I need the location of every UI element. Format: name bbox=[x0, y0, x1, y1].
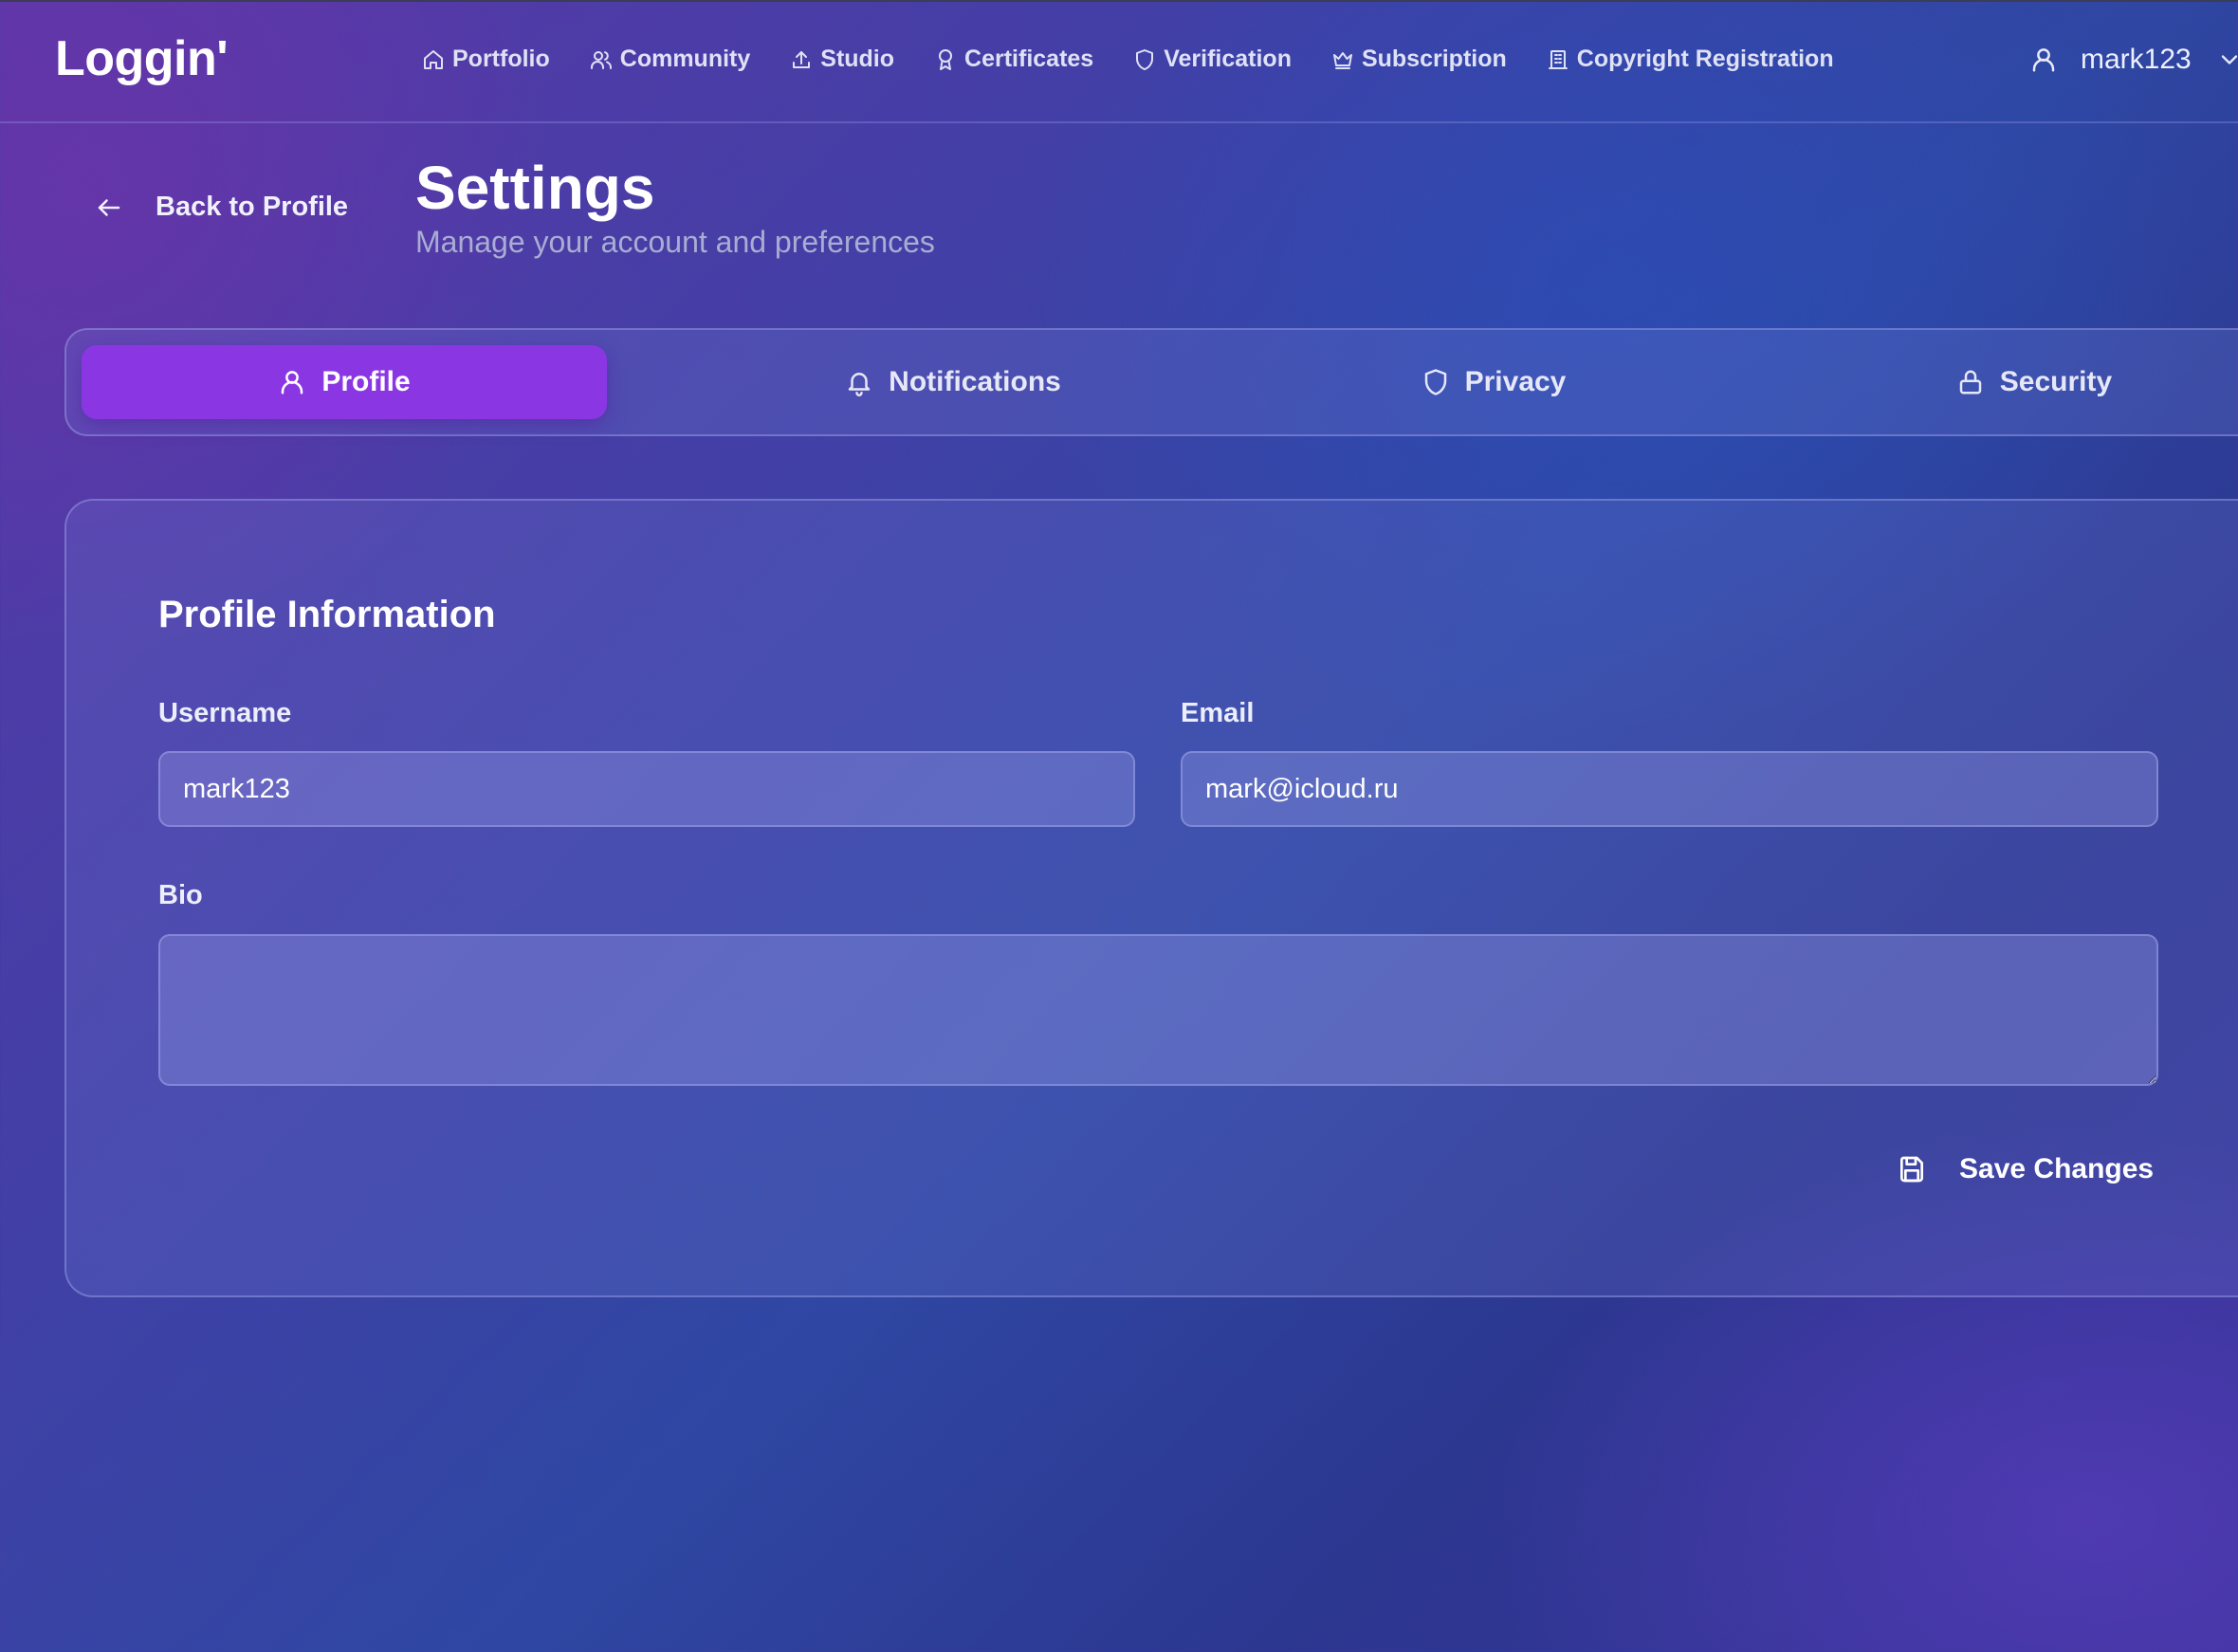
page-title: Settings bbox=[415, 154, 655, 222]
save-icon bbox=[1897, 1154, 1927, 1184]
arrow-left-icon bbox=[95, 193, 123, 222]
nav-item-community[interactable]: Community bbox=[590, 46, 751, 73]
back-to-profile-link[interactable]: Back to Profile bbox=[95, 192, 348, 223]
username-input[interactable] bbox=[158, 751, 1135, 827]
user-icon bbox=[2029, 46, 2058, 74]
tab-profile[interactable]: Profile bbox=[82, 345, 607, 419]
username-label: Username bbox=[158, 698, 292, 728]
building-icon bbox=[1547, 48, 1569, 71]
crown-icon bbox=[1331, 48, 1354, 71]
nav-item-copyright-registration[interactable]: Copyright Registration bbox=[1547, 46, 1834, 73]
save-button-label: Save Changes bbox=[1959, 1153, 2155, 1184]
tab-label: Notifications bbox=[889, 366, 1061, 397]
bio-label: Bio bbox=[158, 880, 203, 910]
user-icon bbox=[278, 368, 306, 396]
tab-privacy[interactable]: Privacy bbox=[1223, 345, 1764, 419]
user-menu[interactable]: mark123 bbox=[2029, 44, 2238, 76]
username-label: mark123 bbox=[2081, 44, 2192, 75]
email-label: Email bbox=[1181, 698, 1255, 728]
tab-label: Security bbox=[1999, 366, 2113, 397]
back-link-label: Back to Profile bbox=[156, 192, 349, 222]
save-changes-button[interactable]: Save Changes bbox=[1878, 1142, 2173, 1197]
award-icon bbox=[934, 48, 957, 71]
nav-item-certificates[interactable]: Certificates bbox=[934, 46, 1093, 73]
bio-textarea[interactable] bbox=[158, 934, 2158, 1086]
upload-icon bbox=[790, 48, 813, 71]
shield-icon bbox=[1422, 368, 1450, 396]
lock-icon bbox=[1956, 368, 1985, 396]
nav-item-studio[interactable]: Studio bbox=[790, 46, 894, 73]
nav-item-label: Studio bbox=[820, 46, 895, 72]
chevron-down-icon[interactable] bbox=[2216, 46, 2238, 73]
nav-item-label: Portfolio bbox=[452, 46, 550, 72]
nav-item-label: Community bbox=[619, 46, 751, 72]
app-logo[interactable]: Loggin' bbox=[55, 30, 229, 87]
nav-item-subscription[interactable]: Subscription bbox=[1331, 46, 1507, 73]
email-input[interactable] bbox=[1181, 751, 2158, 827]
top-navbar: Loggin' Portfolio Community Studio Certi… bbox=[0, 0, 2238, 123]
tab-label: Privacy bbox=[1464, 366, 1567, 397]
tab-security[interactable]: Security bbox=[1764, 345, 2238, 419]
bell-icon bbox=[845, 368, 873, 396]
shield-icon bbox=[1133, 48, 1156, 71]
users-icon bbox=[590, 48, 613, 71]
main-nav: Portfolio Community Studio Certificates … bbox=[422, 46, 1874, 73]
nav-item-label: Copyright Registration bbox=[1576, 46, 1834, 72]
settings-tabs: Profile Notifications Privacy Security bbox=[64, 328, 2238, 436]
nav-item-verification[interactable]: Verification bbox=[1133, 46, 1292, 73]
profile-information-card: Profile Information Username Email Bio S… bbox=[64, 499, 2238, 1297]
nav-item-label: Subscription bbox=[1361, 46, 1507, 72]
tab-notifications[interactable]: Notifications bbox=[683, 345, 1223, 419]
nav-item-label: Verification bbox=[1164, 46, 1292, 72]
page-subtitle: Manage your account and preferences bbox=[415, 225, 935, 259]
tab-label: Profile bbox=[321, 366, 411, 397]
home-icon bbox=[422, 48, 445, 71]
nav-item-label: Certificates bbox=[964, 46, 1094, 72]
nav-item-portfolio[interactable]: Portfolio bbox=[422, 46, 550, 73]
section-title: Profile Information bbox=[158, 594, 496, 635]
